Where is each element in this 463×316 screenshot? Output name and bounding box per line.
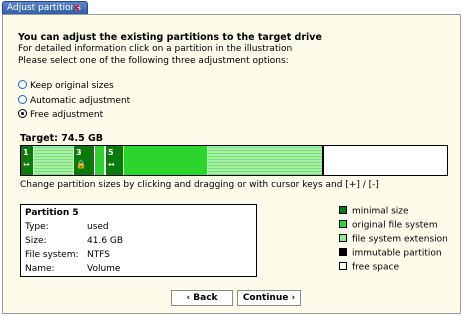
radio-label: Automatic adjustment [30, 96, 131, 106]
resize-icon: ↔ [108, 160, 115, 169]
instruction-text: Please select one of the following three… [18, 56, 289, 66]
legend-free-space: free space [339, 262, 399, 273]
legend-swatch [339, 248, 347, 256]
legend-label: minimal size [352, 206, 409, 217]
info-key: Size: [25, 236, 47, 246]
tab-strip: Adjust partitions ✕ [0, 0, 463, 14]
free-space-area[interactable] [323, 145, 448, 176]
legend-label: immutable partition [352, 248, 442, 259]
info-key: Name: [25, 264, 55, 274]
partition-1-minimal[interactable]: 1 ↔ [21, 146, 34, 175]
info-value: Volume [87, 264, 121, 274]
lock-icon: 🔒 [76, 160, 86, 169]
radio-button[interactable] [18, 95, 27, 104]
legend-label: original file system [352, 220, 438, 231]
info-value: NTFS [87, 250, 110, 260]
hint-text: Change partition sizes by clicking and d… [20, 180, 379, 190]
radio-automatic-adjustment[interactable]: Automatic adjustment [18, 95, 130, 106]
instruction-text: For detailed information click on a part… [18, 44, 293, 54]
partition-3-immutable[interactable]: 3 🔒 [74, 146, 95, 175]
legend-swatch [339, 234, 347, 242]
partition-number: 1 [23, 148, 29, 157]
legend-original-file-system: original file system [339, 220, 438, 231]
partition-5-minimal[interactable]: 5 ↔ [106, 146, 124, 175]
back-button[interactable]: ‹ Back [171, 290, 233, 306]
target-size-label: Target: 74.5 GB [20, 133, 104, 144]
radio-label: Free adjustment [30, 110, 104, 120]
partition-3-file-system[interactable] [95, 146, 105, 175]
partition-5-file-system[interactable] [124, 146, 208, 175]
info-value: 41.6 GB [87, 236, 124, 246]
page-title: You can adjust the existing partitions t… [18, 32, 322, 43]
radio-button[interactable] [18, 80, 27, 89]
info-key: Type: [25, 222, 49, 232]
resize-icon: ↔ [23, 160, 30, 169]
partition-1-extension[interactable] [34, 146, 74, 175]
legend-file-system-extension: file system extension [339, 234, 448, 245]
partition-info-box: Partition 5 Type: used Size: 41.6 GB Fil… [20, 204, 257, 277]
radio-label: Keep original sizes [30, 81, 114, 91]
continue-button[interactable]: Continue › [237, 290, 301, 306]
legend-minimal-size: minimal size [339, 206, 409, 217]
partition-number: 3 [76, 148, 82, 157]
legend-label: free space [352, 262, 400, 273]
legend-swatch [339, 220, 347, 228]
info-value: used [87, 222, 109, 232]
radio-keep-original-sizes[interactable]: Keep original sizes [18, 80, 114, 91]
partition-5-extension[interactable] [208, 146, 322, 175]
partition-bar: 1 ↔ 3 🔒 5 ↔ [20, 145, 323, 176]
tab-adjust-partitions[interactable]: Adjust partitions ✕ [2, 1, 88, 14]
partition-number: 5 [108, 148, 114, 157]
info-key: File system: [25, 250, 79, 260]
radio-button[interactable] [18, 109, 27, 118]
partition-info-title: Partition 5 [25, 208, 79, 218]
close-icon[interactable]: ✕ [70, 2, 82, 14]
legend-swatch [339, 262, 347, 270]
legend-swatch [339, 206, 347, 214]
legend-immutable-partition: immutable partition [339, 248, 442, 259]
legend-label: file system extension [352, 234, 448, 245]
radio-free-adjustment[interactable]: Free adjustment [18, 109, 103, 120]
